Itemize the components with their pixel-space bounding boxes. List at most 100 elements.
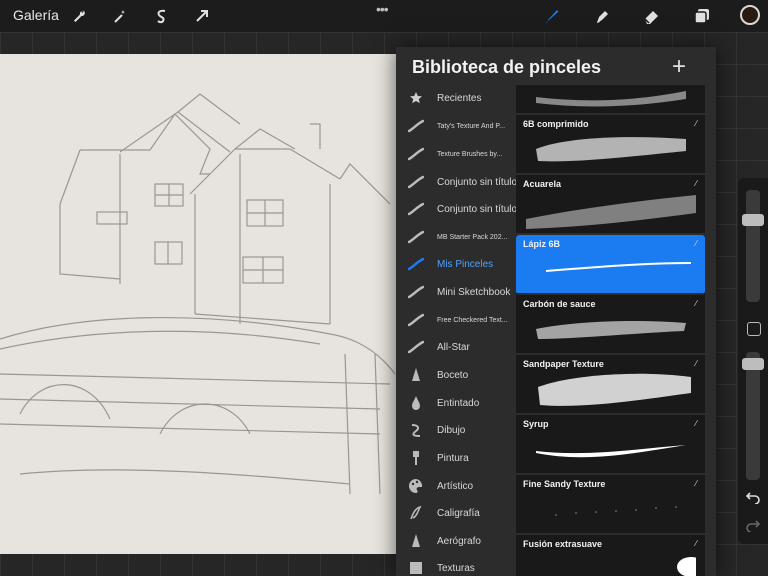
brush-stroke-icon (408, 256, 424, 272)
brush-set-list: Recientes Taty's Texture And P... Textur… (396, 85, 518, 576)
brush-size-slider[interactable] (742, 190, 764, 302)
set-label: All-Star (437, 341, 470, 353)
set-item-tatys-texture[interactable]: Taty's Texture And P... (396, 113, 516, 139)
brush-stroke-icon (408, 312, 424, 328)
set-label: Mis Pinceles (437, 258, 494, 270)
canvas-sketch[interactable] (0, 54, 400, 554)
calligraphy-icon (408, 505, 424, 521)
brush-item-fine-sandy-texture[interactable]: Fine Sandy Texture ⁄ (516, 475, 705, 535)
brush-preview (555, 506, 677, 516)
brush-preview (536, 91, 686, 107)
brush-icon[interactable] (540, 6, 564, 26)
set-item-entintado[interactable]: Entintado (396, 390, 516, 416)
brush-preview (538, 373, 691, 406)
redo-icon[interactable] (745, 518, 761, 533)
brush-item-syrup[interactable]: Syrup ⁄ (516, 415, 705, 475)
brush-preview (545, 262, 692, 272)
brush-stroke-icon: ⁄ (695, 539, 697, 548)
brush-item-6b-comprimido[interactable]: 6B comprimido ⁄ (516, 115, 705, 175)
palette-icon (408, 478, 424, 494)
top-toolbar: Galería ••• (0, 0, 768, 32)
brush-stroke-icon (408, 201, 424, 217)
brush-stroke-icon: ⁄ (695, 359, 697, 368)
set-label: Texturas (437, 562, 475, 574)
set-label: Boceto (437, 369, 469, 381)
more-menu-dots[interactable]: ••• (376, 1, 389, 17)
color-picker-swatch[interactable] (740, 5, 760, 25)
brush-name: Sandpaper Texture (523, 359, 604, 369)
brush-item-lapiz-6b[interactable]: Lápiz 6B ⁄ (516, 235, 705, 295)
ink-drop-icon (408, 395, 424, 411)
layers-icon[interactable] (690, 6, 714, 26)
brush-library-panel: Biblioteca de pinceles + Recientes Taty'… (396, 47, 716, 576)
brush-stroke-icon (408, 146, 424, 162)
set-item-artistico[interactable]: Artístico (396, 473, 516, 499)
opacity-knob[interactable] (742, 358, 764, 370)
brush-size-knob[interactable] (742, 214, 764, 226)
set-item-mb-starter[interactable]: MB Starter Pack 202... (396, 224, 516, 250)
right-sidebar (738, 178, 768, 544)
smudge-icon[interactable] (590, 6, 614, 26)
set-item-mini-sketchbook[interactable]: Mini Sketchbook (396, 279, 516, 305)
brush-item-sandpaper-texture[interactable]: Sandpaper Texture ⁄ (516, 355, 705, 415)
eraser-icon[interactable] (640, 6, 664, 26)
brush-stroke-icon (408, 174, 424, 190)
gallery-button[interactable]: Galería (13, 7, 59, 23)
set-item-mis-pinceles[interactable]: Mis Pinceles (396, 251, 516, 277)
brush-name: Syrup (523, 419, 549, 429)
brush-stroke-icon: ⁄ (695, 299, 697, 308)
squiggle-icon (408, 422, 424, 438)
brush-name: Fine Sandy Texture (523, 479, 606, 489)
selection-icon[interactable] (151, 6, 171, 26)
set-label: Conjunto sin título (437, 203, 518, 215)
brush-stroke-icon: ⁄ (695, 119, 697, 128)
set-label: Artístico (437, 480, 474, 492)
set-label: Caligrafía (437, 507, 480, 519)
add-brush-button[interactable]: + (672, 53, 686, 81)
set-item-dibujo[interactable]: Dibujo (396, 417, 516, 443)
brush-preview (536, 445, 686, 458)
brush-stroke-icon (408, 339, 424, 355)
magic-wand-icon[interactable] (110, 6, 130, 26)
set-item-recientes[interactable]: Recientes (396, 85, 516, 111)
panel-title: Biblioteca de pinceles (412, 57, 602, 77)
set-item-aerografo[interactable]: Aerógrafo (396, 528, 516, 554)
set-label: Dibujo (437, 424, 466, 436)
brush-name: Lápiz 6B (523, 239, 561, 249)
brush-item-carbon-de-sauce[interactable]: Carbón de sauce ⁄ (516, 295, 705, 355)
set-label: Mini Sketchbook (437, 286, 511, 298)
set-item-conjunto-2[interactable]: Conjunto sin título (396, 196, 518, 222)
brush-stroke-icon: ⁄ (695, 179, 697, 188)
set-item-texturas[interactable]: Texturas (396, 555, 516, 576)
set-item-free-checkered[interactable]: Free Checkered Text... (396, 307, 516, 333)
brush-name: 6B comprimido (523, 119, 589, 129)
brush-item-top-partial[interactable] (516, 85, 705, 115)
set-item-pintura[interactable]: Pintura (396, 445, 516, 471)
set-item-boceto[interactable]: Boceto (396, 362, 516, 388)
star-icon (408, 90, 424, 106)
brush-preview (677, 557, 696, 576)
set-label: Aerógrafo (437, 535, 481, 547)
texture-icon (408, 560, 424, 576)
house-sketch-drawing (0, 93, 396, 495)
set-item-texture-brushes[interactable]: Texture Brushes by... (396, 141, 516, 167)
set-label: MB Starter Pack 202... (437, 233, 508, 241)
opacity-slider[interactable] (742, 352, 764, 480)
modify-button[interactable] (747, 322, 761, 336)
brush-item-fusion-extrasuave[interactable]: Fusión extrasuave ⁄ (516, 535, 705, 576)
set-label: Recientes (437, 92, 482, 104)
brush-item-acuarela[interactable]: Acuarela ⁄ (516, 175, 705, 235)
brush-preview (526, 195, 696, 229)
brush-stroke-icon (408, 118, 424, 134)
set-item-caligrafia[interactable]: Caligrafía (396, 500, 516, 526)
paintbrush-icon (408, 450, 424, 466)
brush-stroke-icon: ⁄ (695, 239, 697, 248)
transform-arrow-icon[interactable] (192, 6, 212, 26)
undo-icon[interactable] (745, 490, 761, 505)
set-label: Entintado (437, 397, 480, 409)
wrench-icon[interactable] (69, 6, 89, 26)
set-item-conjunto-1[interactable]: Conjunto sin título (396, 169, 517, 195)
set-label: Texture Brushes by... (437, 150, 503, 158)
brush-list: 6B comprimido ⁄ Acuarela ⁄ Lápiz 6B ⁄ Ca… (516, 85, 705, 576)
set-item-all-star[interactable]: All-Star (396, 334, 516, 360)
